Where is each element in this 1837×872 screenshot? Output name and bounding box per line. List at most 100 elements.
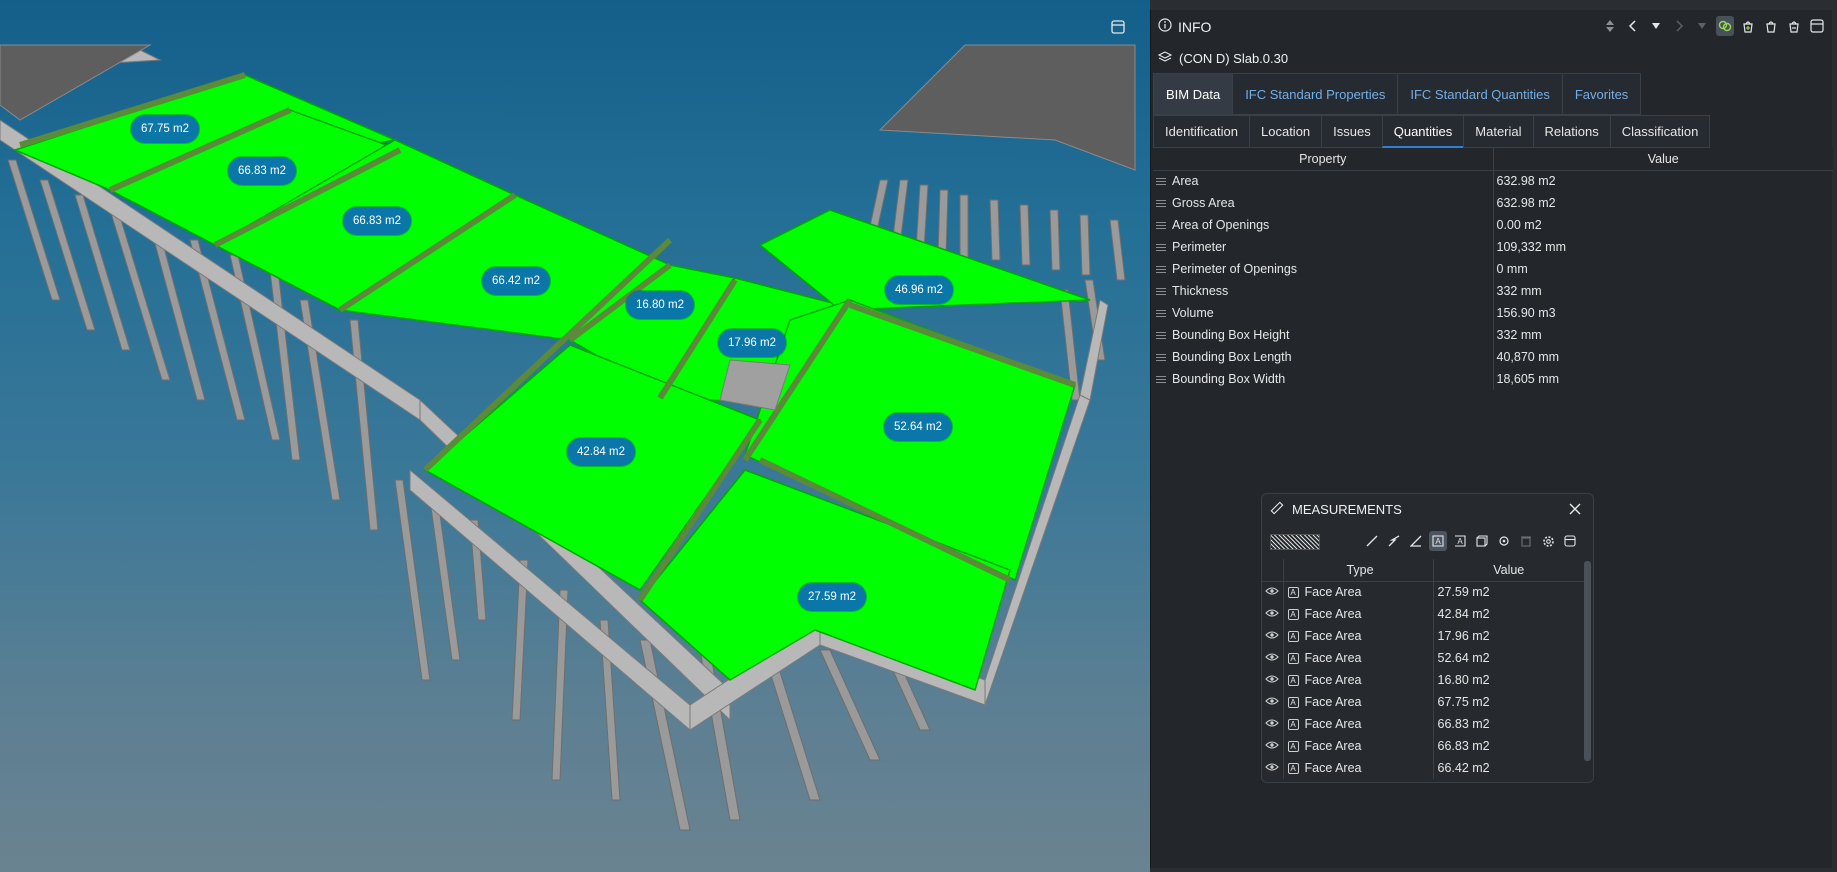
face-area-icon: A — [1287, 609, 1299, 621]
3d-viewport[interactable]: 67.75 m2 66.83 m2 66.83 m2 66.42 m2 16.8… — [0, 0, 1150, 872]
remove-from-basket-icon[interactable] — [1785, 16, 1803, 36]
history-dropdown-icon[interactable] — [1647, 16, 1665, 36]
info-icon — [1158, 18, 1172, 35]
tab-location[interactable]: Location — [1249, 115, 1322, 148]
measurements-header[interactable]: MEASUREMENTS — [1262, 494, 1593, 525]
tab-ifc-standard-quantities[interactable]: IFC Standard Quantities — [1397, 73, 1562, 115]
drag-handle-icon[interactable] — [1156, 221, 1166, 230]
viewport-layout-icon[interactable] — [1108, 17, 1128, 37]
area-label[interactable]: 66.83 m2 — [343, 207, 411, 235]
table-row[interactable]: Volume 156.90 m3 — [1153, 302, 1833, 324]
previous-icon[interactable] — [1624, 16, 1642, 36]
table-row[interactable]: A Face Area 16.80 m2 — [1262, 669, 1584, 691]
area-label[interactable]: 66.42 m2 — [482, 267, 550, 295]
face-area-icon: A — [1287, 653, 1299, 665]
tab-issues[interactable]: Issues — [1321, 115, 1382, 148]
table-row[interactable]: Area 632.98 m2 — [1153, 170, 1833, 192]
measurements-scrollbar[interactable] — [1584, 561, 1591, 761]
table-row[interactable]: Perimeter of Openings 0 mm — [1153, 258, 1833, 280]
tab-material[interactable]: Material — [1463, 115, 1533, 148]
visibility-eye-icon[interactable] — [1265, 717, 1280, 731]
clear-icon[interactable] — [1517, 531, 1535, 551]
tab-favorites[interactable]: Favorites — [1561, 73, 1642, 115]
sort-icon[interactable] — [1601, 16, 1619, 36]
drag-handle-icon[interactable] — [1156, 375, 1166, 384]
basket-icon[interactable] — [1762, 16, 1780, 36]
area-label[interactable]: 17.96 m2 — [718, 329, 786, 357]
column-header-property[interactable]: Property — [1153, 148, 1494, 171]
property-name: Volume — [1172, 306, 1214, 320]
polyline-measure-icon[interactable] — [1385, 531, 1403, 551]
measurements-panel[interactable]: MEASUREMENTS A A Type Value A Face Area 27 — [1261, 493, 1594, 783]
point-icon[interactable] — [1495, 531, 1513, 551]
tab-bim-data[interactable]: BIM Data — [1153, 73, 1233, 115]
column-header-type[interactable]: Type — [1283, 559, 1434, 582]
property-value: 0 mm — [1496, 262, 1528, 276]
visibility-eye-icon[interactable] — [1265, 739, 1280, 753]
table-row[interactable]: A Face Area 42.84 m2 — [1262, 603, 1584, 625]
angle-measure-icon[interactable] — [1407, 531, 1425, 551]
area-label[interactable]: 42.84 m2 — [567, 438, 635, 466]
volume-icon[interactable] — [1473, 531, 1491, 551]
tab-quantities[interactable]: Quantities — [1381, 115, 1464, 148]
table-row[interactable]: Area of Openings 0.00 m2 — [1153, 214, 1833, 236]
table-row[interactable]: Bounding Box Width 18,605 mm — [1153, 368, 1833, 390]
drag-handle-icon[interactable] — [1156, 309, 1166, 318]
column-header-value[interactable]: Value — [1433, 559, 1584, 582]
visibility-eye-icon[interactable] — [1265, 585, 1280, 599]
drag-handle-icon[interactable] — [1156, 243, 1166, 252]
visibility-eye-icon[interactable] — [1265, 695, 1280, 709]
drag-handle-icon[interactable] — [1156, 199, 1166, 208]
sync-selection-icon[interactable] — [1716, 16, 1734, 36]
tab-classification[interactable]: Classification — [1609, 115, 1711, 148]
area-label[interactable]: 27.59 m2 — [798, 583, 866, 611]
settings-icon[interactable] — [1539, 531, 1557, 551]
panel-layout-icon[interactable] — [1808, 16, 1826, 36]
forward-dropdown-icon[interactable] — [1693, 16, 1711, 36]
tab-ifc-standard-properties[interactable]: IFC Standard Properties — [1232, 73, 1398, 115]
table-row[interactable]: Perimeter 109,332 mm — [1153, 236, 1833, 258]
table-row[interactable]: A Face Area 52.64 m2 — [1262, 647, 1584, 669]
table-row[interactable]: A Face Area 66.83 m2 — [1262, 713, 1584, 735]
close-icon[interactable] — [1567, 501, 1583, 517]
table-row[interactable]: A Face Area 17.96 m2 — [1262, 625, 1584, 647]
area-label[interactable]: 67.75 m2 — [131, 115, 199, 143]
table-row[interactable]: A Face Area 27.59 m2 — [1262, 581, 1584, 603]
table-row[interactable]: Bounding Box Height 332 mm — [1153, 324, 1833, 346]
fill-pattern-swatch[interactable] — [1270, 534, 1320, 550]
visibility-eye-icon[interactable] — [1265, 651, 1280, 665]
table-row[interactable]: A Face Area 67.75 m2 — [1262, 691, 1584, 713]
visibility-eye-icon[interactable] — [1265, 607, 1280, 621]
free-area-icon[interactable]: A — [1451, 531, 1469, 551]
visibility-eye-icon[interactable] — [1265, 673, 1280, 687]
area-label[interactable]: 16.80 m2 — [626, 291, 694, 319]
tab-relations[interactable]: Relations — [1532, 115, 1610, 148]
drag-handle-icon[interactable] — [1156, 353, 1166, 362]
drag-handle-icon[interactable] — [1156, 177, 1166, 186]
visibility-eye-icon[interactable] — [1265, 629, 1280, 643]
area-label[interactable]: 46.96 m2 — [885, 276, 953, 304]
panel-icon[interactable] — [1561, 531, 1579, 551]
drag-handle-icon[interactable] — [1156, 265, 1166, 274]
area-label[interactable]: 52.64 m2 — [884, 413, 952, 441]
visibility-eye-icon[interactable] — [1265, 761, 1280, 775]
property-value: 332 mm — [1496, 328, 1542, 342]
line-measure-icon[interactable] — [1363, 531, 1381, 551]
table-row[interactable]: Gross Area 632.98 m2 — [1153, 192, 1833, 214]
face-area-icon[interactable]: A — [1429, 531, 1447, 551]
drag-handle-icon[interactable] — [1156, 331, 1166, 340]
table-row[interactable]: Thickness 332 mm — [1153, 280, 1833, 302]
measurement-value: 27.59 m2 — [1437, 585, 1490, 600]
next-icon[interactable] — [1670, 16, 1688, 36]
table-row[interactable]: Bounding Box Length 40,870 mm — [1153, 346, 1833, 368]
column-header-value[interactable]: Value — [1493, 148, 1833, 171]
tab-identification[interactable]: Identification — [1153, 115, 1249, 148]
selected-object: (CON D) Slab.0.30 — [1151, 43, 1832, 73]
table-row[interactable]: A Face Area 66.42 m2 — [1262, 757, 1584, 779]
add-to-basket-icon[interactable] — [1739, 16, 1757, 36]
table-row[interactable]: A Face Area 66.83 m2 — [1262, 735, 1584, 757]
measurement-value: 66.42 m2 — [1437, 761, 1490, 775]
measurement-value: 42.84 m2 — [1437, 607, 1490, 621]
drag-handle-icon[interactable] — [1156, 287, 1166, 296]
area-label[interactable]: 66.83 m2 — [228, 157, 296, 185]
